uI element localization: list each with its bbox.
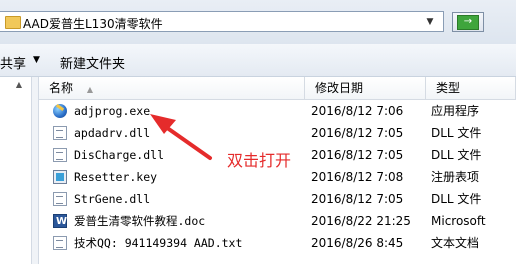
navigation-pane: ▲ xyxy=(0,77,22,264)
file-type: DLL 文件 xyxy=(431,192,482,206)
address-path[interactable]: AAD爱普生L130清零软件 xyxy=(23,15,163,32)
reg-icon xyxy=(53,170,67,184)
file-name: DisCharge.dll xyxy=(74,148,165,162)
file-date: 2016/8/12 7:05 xyxy=(311,148,404,162)
go-button[interactable]: → xyxy=(452,12,484,32)
file-type: DLL 文件 xyxy=(431,148,482,162)
file-type: DLL 文件 xyxy=(431,126,482,140)
file-name: adjprog.exe xyxy=(74,104,151,118)
file-type: 注册表项 xyxy=(431,170,480,184)
file-date: 2016/8/12 7:08 xyxy=(311,170,404,184)
address-bar-area: AAD爱普生L130清零软件 ▼ → xyxy=(0,0,516,44)
column-date[interactable]: 修改日期 xyxy=(305,77,426,99)
file-date: 2016/8/12 7:06 xyxy=(311,104,404,118)
share-dropdown-icon[interactable]: ▼ xyxy=(33,55,40,65)
file-name: Resetter.key xyxy=(74,170,158,184)
scroll-up-icon[interactable]: ▲ xyxy=(13,80,25,94)
file-list: adjprog.exe 2016/8/12 7:06 应用程序 apdadrv.… xyxy=(39,100,516,254)
share-button[interactable]: 共享 xyxy=(0,53,26,72)
file-type: 应用程序 xyxy=(431,104,480,118)
file-date: 2016/8/22 21:25 xyxy=(311,214,411,228)
toolbar: 共享 ▼ 新建文件夹 xyxy=(0,44,516,77)
txt-icon xyxy=(53,236,67,250)
word-icon xyxy=(53,211,67,233)
dll-icon xyxy=(53,192,67,206)
pane-splitter[interactable] xyxy=(31,77,39,264)
file-type: Microsoft xyxy=(431,214,486,228)
file-date: 2016/8/12 7:05 xyxy=(311,126,404,140)
folder-icon xyxy=(5,16,21,29)
column-header: 名称 ▲ 修改日期 类型 xyxy=(39,77,516,100)
column-type[interactable]: 类型 xyxy=(426,77,516,99)
column-type-label: 类型 xyxy=(436,81,461,95)
column-name-label: 名称 xyxy=(49,81,74,95)
new-folder-button[interactable]: 新建文件夹 xyxy=(60,53,125,72)
sort-up-icon: ▲ xyxy=(86,85,93,94)
file-name: apdadrv.dll xyxy=(74,126,151,140)
file-row[interactable]: apdadrv.dll 2016/8/12 7:05 DLL 文件 xyxy=(39,122,516,144)
file-row[interactable]: adjprog.exe 2016/8/12 7:06 应用程序 xyxy=(39,100,516,122)
file-date: 2016/8/12 7:05 xyxy=(311,192,404,206)
file-row[interactable]: StrGene.dll 2016/8/12 7:05 DLL 文件 xyxy=(39,188,516,210)
file-type: 文本文档 xyxy=(431,236,480,250)
dll-icon xyxy=(53,126,67,140)
chevron-down-icon[interactable]: ▼ xyxy=(419,13,441,30)
go-arrow-icon: → xyxy=(457,14,479,30)
file-date: 2016/8/26 8:45 xyxy=(311,236,404,250)
file-row[interactable]: 技术QQ: 941149394 AAD.txt 2016/8/26 8:45 文… xyxy=(39,232,516,254)
file-row[interactable]: 爱普生清零软件教程.doc 2016/8/22 21:25 Microsoft xyxy=(39,210,516,233)
file-name: StrGene.dll xyxy=(74,192,151,206)
column-date-label: 修改日期 xyxy=(315,81,364,95)
exe-icon xyxy=(53,104,67,118)
column-name[interactable]: 名称 ▲ xyxy=(39,77,305,99)
address-bar[interactable]: AAD爱普生L130清零软件 ▼ xyxy=(0,11,444,32)
file-name: 爱普生清零软件教程.doc xyxy=(74,214,206,228)
dll-icon xyxy=(53,148,67,162)
annotation-text: 双击打开 xyxy=(227,151,292,170)
file-name: 技术QQ: 941149394 AAD.txt xyxy=(74,236,243,250)
